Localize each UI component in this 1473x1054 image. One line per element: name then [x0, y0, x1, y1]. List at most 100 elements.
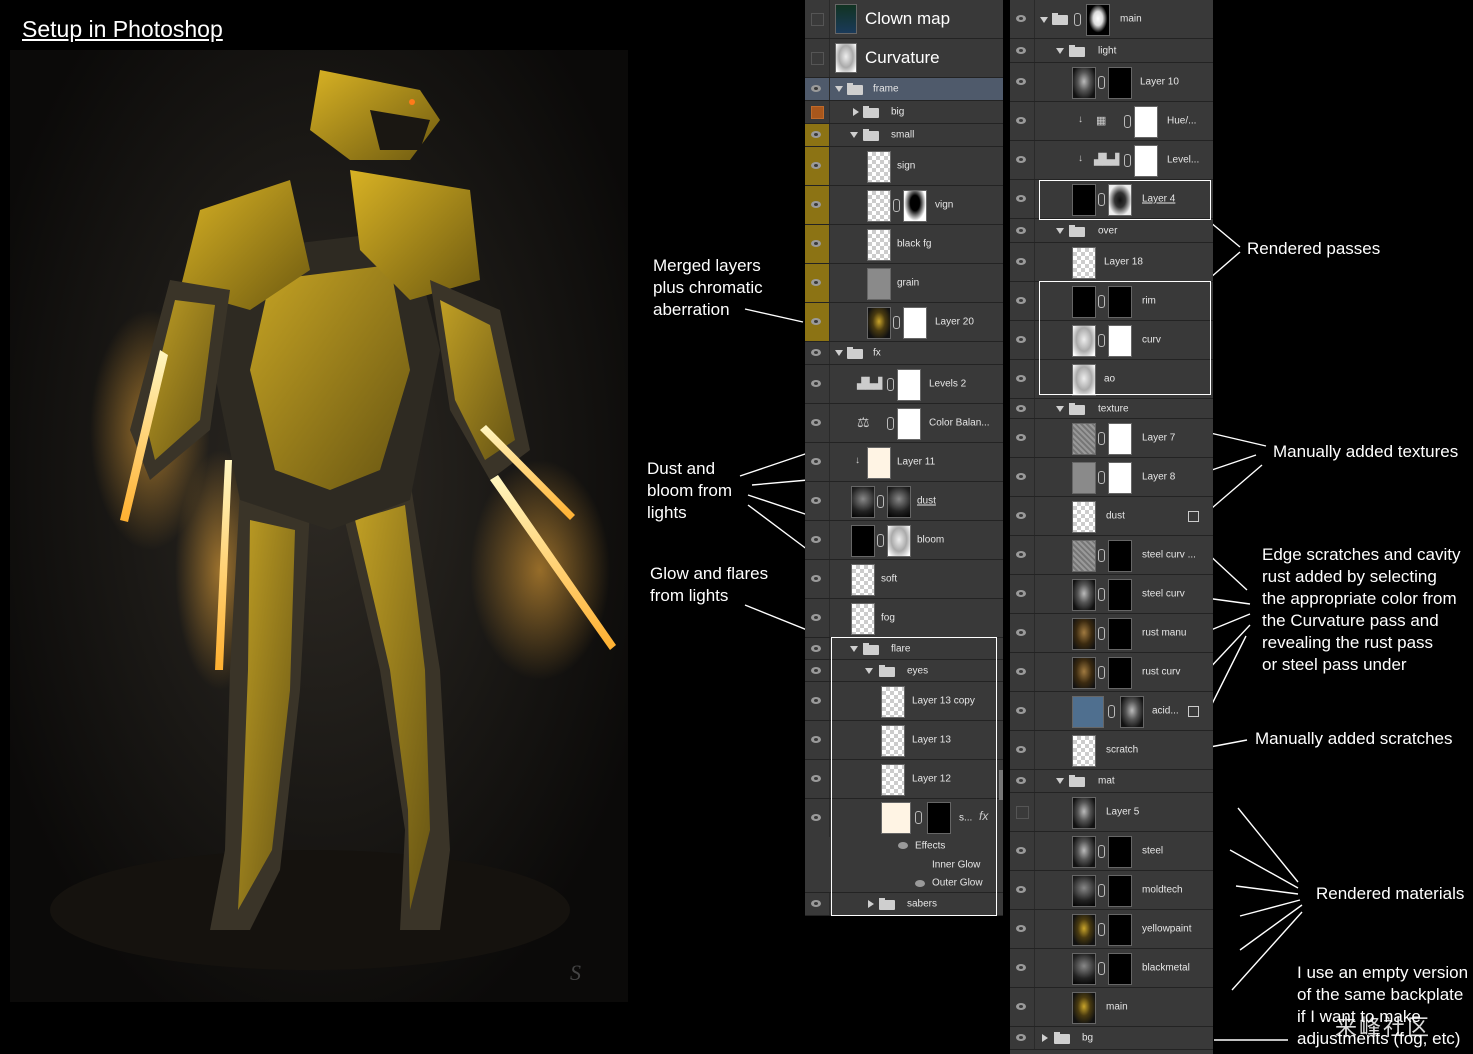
- visibility-checkbox[interactable]: [1016, 806, 1029, 819]
- eye-icon[interactable]: [1016, 1034, 1026, 1041]
- eye-icon[interactable]: [1016, 404, 1026, 412]
- eye-icon[interactable]: [811, 575, 821, 582]
- eye-icon[interactable]: [811, 814, 821, 821]
- layer-row-grain[interactable]: grain: [805, 264, 1003, 303]
- chain-link-icon[interactable]: [893, 316, 900, 329]
- eye-icon[interactable]: [811, 644, 821, 652]
- eye-icon[interactable]: [811, 349, 821, 356]
- layer-row-yellowpaint[interactable]: yellowpaint: [1010, 910, 1213, 949]
- layer-row-fog[interactable]: fog: [805, 599, 1003, 638]
- eye-icon[interactable]: [811, 614, 821, 621]
- layer-group-fx[interactable]: fx: [805, 342, 1003, 365]
- eye-icon[interactable]: [1016, 156, 1026, 163]
- eye-icon[interactable]: [1016, 668, 1026, 675]
- chain-link-icon[interactable]: [1074, 13, 1081, 26]
- visibility-checkbox[interactable]: [811, 52, 824, 65]
- layer-row-levels[interactable]: ↓ ▟▙▟ Level...: [1010, 141, 1213, 180]
- layer-row-moldtech[interactable]: moldtech: [1010, 871, 1213, 910]
- eye-icon[interactable]: [811, 162, 821, 169]
- layer-group-small[interactable]: small: [805, 124, 1003, 147]
- layer-row-steel-curv-copy[interactable]: steel curv ...: [1010, 536, 1213, 575]
- eye-icon[interactable]: [1016, 473, 1026, 480]
- eye-icon[interactable]: [1016, 746, 1026, 753]
- layer-row-rust-curv[interactable]: rust curv: [1010, 653, 1213, 692]
- chain-link-icon[interactable]: [1098, 666, 1105, 679]
- expand-arrow-icon[interactable]: [850, 132, 858, 138]
- eye-icon[interactable]: [1016, 707, 1026, 714]
- eye-icon[interactable]: [1016, 590, 1026, 597]
- eye-icon[interactable]: [1016, 551, 1026, 558]
- expand-arrow-icon[interactable]: [1056, 406, 1064, 412]
- layer-mask-thumbnail[interactable]: [1108, 579, 1132, 611]
- visibility-checkbox[interactable]: [811, 106, 824, 119]
- eye-icon[interactable]: [1016, 336, 1026, 343]
- layer-row-scratch[interactable]: scratch: [1010, 731, 1213, 770]
- layer-row-vign[interactable]: vign: [805, 186, 1003, 225]
- layer-row-black-fg[interactable]: black fg: [805, 225, 1003, 264]
- eye-icon[interactable]: [1016, 434, 1026, 441]
- eye-icon[interactable]: [1016, 847, 1026, 854]
- eye-icon[interactable]: [811, 279, 821, 286]
- layer-row-main-base[interactable]: main: [1010, 988, 1213, 1027]
- eye-icon[interactable]: [811, 318, 821, 325]
- layer-row-layer-18[interactable]: Layer 18: [1010, 243, 1213, 282]
- layer-mask-thumbnail[interactable]: [1108, 462, 1132, 494]
- layer-row-layer-10[interactable]: Layer 10: [1010, 63, 1213, 102]
- chain-link-icon[interactable]: [1098, 962, 1105, 975]
- layer-group-light[interactable]: light: [1010, 39, 1213, 63]
- eye-icon[interactable]: [811, 240, 821, 247]
- eye-icon[interactable]: [1016, 46, 1026, 54]
- layer-mask-thumbnail[interactable]: [897, 369, 921, 401]
- eye-icon[interactable]: [1016, 375, 1026, 382]
- eye-icon[interactable]: [811, 201, 821, 208]
- eye-icon[interactable]: [811, 536, 821, 543]
- scrollbar[interactable]: [999, 770, 1003, 800]
- expand-arrow-icon[interactable]: [1056, 48, 1064, 54]
- chain-link-icon[interactable]: [1098, 627, 1105, 640]
- layer-group-big[interactable]: big: [805, 101, 1003, 124]
- layer-group-bg[interactable]: bg: [1010, 1027, 1213, 1050]
- chain-link-icon[interactable]: [1098, 76, 1105, 89]
- chain-link-icon[interactable]: [1098, 923, 1105, 936]
- eye-icon[interactable]: [811, 419, 821, 426]
- layer-mask-thumbnail[interactable]: [1108, 836, 1132, 868]
- layer-mask-thumbnail[interactable]: [1108, 540, 1132, 572]
- eye-icon[interactable]: [811, 380, 821, 387]
- layer-row-sign[interactable]: sign: [805, 147, 1003, 186]
- eye-icon[interactable]: [1016, 195, 1026, 202]
- layer-row-soft[interactable]: soft: [805, 560, 1003, 599]
- eye-icon[interactable]: [811, 666, 821, 674]
- expand-arrow-icon[interactable]: [1040, 17, 1048, 23]
- chain-link-icon[interactable]: [877, 495, 884, 508]
- eye-icon[interactable]: [1016, 777, 1026, 784]
- layer-row-layer-20[interactable]: Layer 20: [805, 303, 1003, 342]
- layer-row-clown-map[interactable]: Clown map: [805, 0, 1003, 39]
- eye-icon[interactable]: [811, 497, 821, 504]
- chain-link-icon[interactable]: [1098, 432, 1105, 445]
- eye-icon[interactable]: [1016, 512, 1026, 519]
- eye-icon[interactable]: [1016, 925, 1026, 932]
- layer-row-dust[interactable]: dust: [805, 482, 1003, 521]
- layer-group-over[interactable]: over: [1010, 219, 1213, 243]
- layer-mask-thumbnail[interactable]: [1086, 4, 1110, 36]
- eye-icon[interactable]: [1016, 15, 1026, 22]
- eye-icon[interactable]: [811, 131, 821, 138]
- layer-mask-thumbnail[interactable]: [1108, 914, 1132, 946]
- layer-row-steel[interactable]: steel: [1010, 832, 1213, 871]
- eye-icon[interactable]: [1016, 226, 1026, 234]
- layer-mask-thumbnail[interactable]: [1108, 657, 1132, 689]
- layer-mask-thumbnail[interactable]: [1108, 875, 1132, 907]
- collapse-arrow-icon[interactable]: [1042, 1034, 1048, 1042]
- chain-link-icon[interactable]: [1108, 705, 1115, 718]
- layer-row-hue-saturation[interactable]: ↓ ▦ Hue/...: [1010, 102, 1213, 141]
- chain-link-icon[interactable]: [1098, 549, 1105, 562]
- layer-mask-thumbnail[interactable]: [887, 486, 911, 518]
- layer-row-rust-manu[interactable]: rust manu: [1010, 614, 1213, 653]
- layer-row-levels-2[interactable]: ▟▙▟ Levels 2: [805, 365, 1003, 404]
- layer-mask-thumbnail[interactable]: [1120, 696, 1144, 728]
- layer-mask-thumbnail[interactable]: [1108, 618, 1132, 650]
- expand-arrow-icon[interactable]: [1056, 778, 1064, 784]
- layer-mask-thumbnail[interactable]: [1134, 106, 1158, 138]
- layer-row-steel-curv[interactable]: steel curv: [1010, 575, 1213, 614]
- eye-icon[interactable]: [811, 458, 821, 465]
